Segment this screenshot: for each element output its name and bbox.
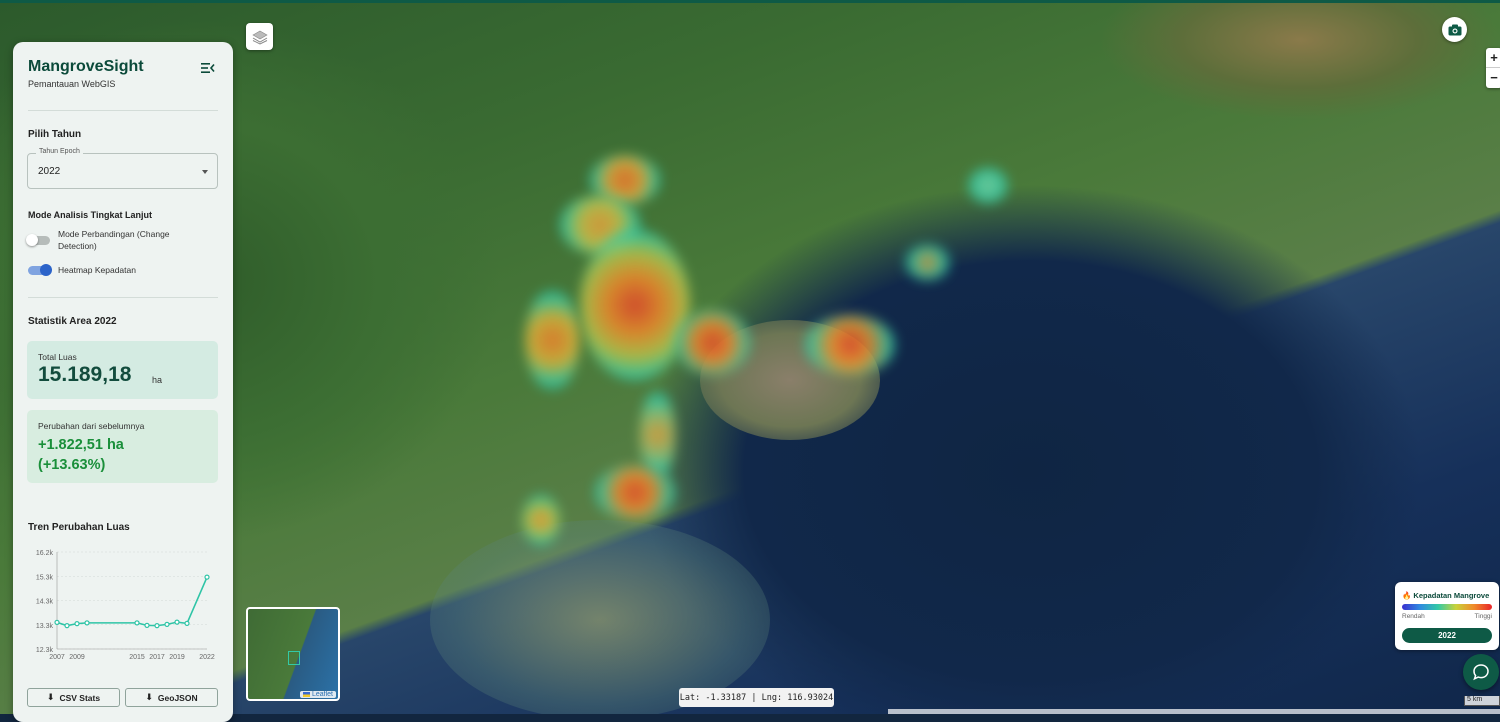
y-tick-label: 16.2k [36, 550, 54, 557]
zoom-out-button[interactable]: − [1486, 68, 1500, 88]
geojson-label: GeoJSON [157, 692, 198, 703]
trend-point [84, 620, 90, 626]
legend-gradient [1402, 604, 1492, 610]
coordinate-readout: Lat: -1.33187 | Lng: 116.93024 [679, 688, 834, 707]
divider [28, 297, 218, 298]
total-area-unit: ha [152, 375, 163, 385]
change-label: Perubahan dari sebelumnya [38, 421, 145, 431]
x-tick-label: 2022 [199, 654, 215, 661]
x-tick-label: 2007 [49, 654, 65, 661]
y-tick-label: 12.3k [36, 647, 54, 654]
total-area-label: Total Luas [38, 352, 77, 362]
x-tick-label: 2019 [169, 654, 185, 661]
trend-point [174, 619, 180, 625]
sidebar-panel: MangroveSight Pemantauan WebGIS Pilih Ta… [13, 42, 233, 722]
advanced-mode-title: Mode Analisis Tingkat Lanjut [28, 210, 153, 220]
heatmap-blob [968, 168, 1008, 203]
zoom-in-button[interactable]: + [1486, 48, 1500, 68]
total-area-card: Total Luas 15.189,18 ha [27, 341, 218, 399]
year-section-title: Pilih Tahun [28, 129, 82, 140]
year-select[interactable]: Tahun Epoch 2022 [27, 148, 218, 189]
trend-point [184, 620, 190, 626]
heatmap-blob [675, 310, 750, 375]
x-tick-label: 2015 [129, 654, 145, 661]
heatmap-blob [580, 230, 690, 380]
heatmap-label: Heatmap Kepadatan [58, 265, 136, 275]
download-icon: ⬇ [46, 692, 55, 702]
minimap[interactable]: Leaflet [246, 607, 340, 701]
flag-icon [303, 691, 311, 697]
x-tick-label: 2009 [69, 654, 85, 661]
app-title: MangroveSight [28, 58, 144, 75]
minimap-attribution[interactable]: Leaflet [300, 691, 336, 698]
layers-button[interactable] [246, 23, 273, 50]
menu-collapse-icon[interactable] [201, 62, 215, 74]
trend-point [134, 620, 140, 626]
trend-point [164, 621, 170, 627]
trend-line [56, 576, 208, 627]
csv-stats-label: CSV Stats [59, 692, 101, 703]
download-icon: ⬇ [145, 692, 153, 702]
trend-point [154, 623, 160, 629]
delta-area [1080, 0, 1500, 120]
map-attribution[interactable] [888, 709, 1500, 714]
leaflet-link[interactable]: Leaflet [312, 691, 333, 698]
heatmap-blob [905, 245, 950, 280]
divider [28, 110, 218, 111]
y-tick-label: 13.3k [36, 623, 54, 630]
scale-bar: 5 km [1464, 696, 1500, 706]
zoom-control: + − [1486, 48, 1500, 88]
change-detection-label: Mode Perbandingan (Change Detection) [58, 229, 170, 251]
top-accent-bar [0, 0, 1500, 3]
heatmap-blob [522, 495, 560, 545]
toggle-knob [26, 234, 38, 246]
total-area-value: 15.189,18 [38, 363, 132, 386]
legend-year-badge: 2022 [1402, 628, 1492, 643]
legend-low-label: Rendah [1402, 613, 1425, 620]
trend-point [74, 621, 80, 627]
app-subtitle: Pemantauan WebGIS [28, 79, 116, 89]
change-detection-toggle[interactable] [26, 234, 50, 246]
density-legend: 🔥 Kepadatan Mangrove Rendah Tinggi 2022 [1395, 582, 1499, 650]
trend-point [54, 619, 60, 625]
heatmap-blob [805, 315, 895, 375]
legend-high-label: Tinggi [1474, 613, 1492, 620]
minimap-viewport-box [288, 651, 300, 665]
heatmap-toggle[interactable] [28, 264, 52, 276]
change-percent: (+13.63%) [38, 457, 106, 473]
stats-title: Statistik Area 2022 [28, 316, 117, 327]
toggle-knob [40, 264, 52, 276]
csv-stats-button[interactable]: ⬇ CSV Stats [27, 688, 120, 707]
y-tick-label: 15.3k [36, 574, 54, 581]
x-tick-label: 2017 [149, 654, 165, 661]
trend-point [64, 623, 70, 629]
change-card: Perubahan dari sebelumnya +1.822,51 ha (… [27, 410, 218, 483]
screenshot-button[interactable] [1442, 17, 1467, 42]
trend-point [204, 574, 210, 580]
legend-title: 🔥 Kepadatan Mangrove [1402, 591, 1490, 600]
trend-point [144, 622, 150, 628]
coastal-sediment [430, 520, 770, 714]
change-value: +1.822,51 ha (+13.63%) [38, 435, 124, 475]
trend-title: Tren Perubahan Luas [28, 522, 130, 533]
year-select-value: 2022 [38, 166, 61, 177]
chat-icon [1473, 664, 1489, 681]
layers-icon [251, 30, 268, 45]
chat-button[interactable] [1463, 654, 1499, 690]
heatmap-blob [525, 290, 580, 390]
change-amount: +1.822,51 ha [38, 437, 124, 453]
heatmap-blob [595, 465, 675, 520]
y-tick-label: 14.3k [36, 599, 54, 606]
camera-icon [1448, 24, 1461, 35]
trend-chart: 16.2k 15.3k 14.3k 13.3k 12.3k2007 2009 2015 201… [36, 550, 215, 661]
geojson-button[interactable]: ⬇ GeoJSON [125, 688, 218, 707]
chevron-down-icon [202, 170, 208, 174]
year-select-label: Tahun Epoch [36, 148, 83, 155]
